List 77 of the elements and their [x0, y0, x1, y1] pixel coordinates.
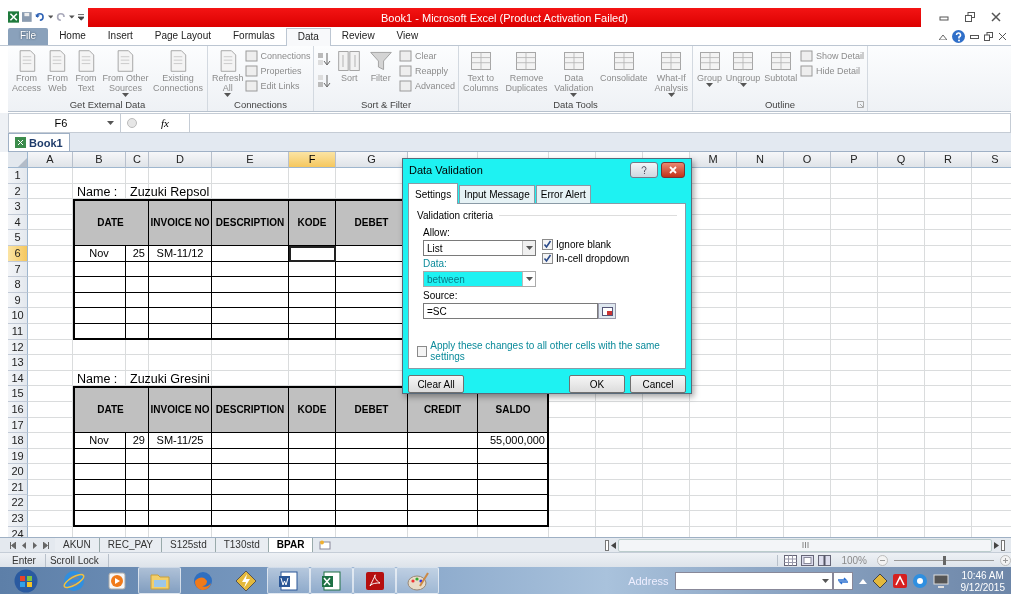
- row-header[interactable]: 3: [8, 199, 28, 215]
- column-header[interactable]: N: [737, 152, 784, 168]
- field-label: Source:: [423, 290, 459, 301]
- column-header[interactable]: D: [149, 152, 212, 168]
- dialog-tab[interactable]: Input Message: [459, 185, 535, 203]
- customer-name: Zuzuki Repsol: [129, 184, 211, 200]
- table-cell: Nov: [73, 433, 126, 449]
- checkbox-label: Ignore blank: [556, 239, 612, 250]
- column-header[interactable]: Q: [878, 152, 925, 168]
- allow-dropdown[interactable]: List: [423, 240, 536, 256]
- column-header[interactable]: E: [212, 152, 289, 168]
- column-header[interactable]: O: [784, 152, 831, 168]
- row-header[interactable]: 1: [8, 168, 28, 184]
- row-header[interactable]: 10: [8, 308, 28, 324]
- table-cell: 55,000,000: [478, 433, 549, 449]
- section-title: Validation criteria: [417, 210, 493, 221]
- dialog-title: Data Validation: [409, 163, 484, 176]
- table-header: INVOICE NO: [149, 199, 212, 246]
- group-label: Data Tools: [553, 99, 598, 110]
- table-header: DATE: [73, 386, 149, 434]
- sheet-tab[interactable]: T130std: [215, 538, 269, 552]
- column-header[interactable]: M: [690, 152, 737, 168]
- row-header[interactable]: 13: [8, 355, 28, 371]
- row-header[interactable]: 5: [8, 230, 28, 246]
- column-header[interactable]: B: [73, 152, 126, 168]
- row-header[interactable]: 15: [8, 386, 28, 402]
- customer-name: Zuzuki Gresini: [129, 371, 211, 387]
- source-field[interactable]: =SC: [423, 303, 598, 319]
- row-header[interactable]: 8: [8, 277, 28, 293]
- dialog-tab[interactable]: Error Alert: [535, 185, 591, 203]
- field-label: Name :: [76, 184, 119, 200]
- insert-function-button[interactable]: fx: [157, 117, 173, 129]
- table-header: DESCRIPTION: [212, 199, 289, 246]
- group-label: Get External Data: [69, 99, 146, 110]
- clock-time[interactable]: 10:46 AM: [961, 569, 1004, 582]
- row-header[interactable]: 23: [8, 511, 28, 527]
- sheet-tab[interactable]: S125std: [162, 538, 216, 552]
- column-header[interactable]: C: [126, 152, 149, 168]
- field-label: Data:: [423, 258, 448, 269]
- column-header[interactable]: F: [289, 152, 336, 168]
- row-header[interactable]: 22: [8, 495, 28, 512]
- dialog-button[interactable]: Cancel: [630, 375, 686, 393]
- row-header[interactable]: 18: [8, 433, 28, 449]
- column-header[interactable]: S: [972, 152, 1011, 168]
- table-header: INVOICE NO: [149, 386, 212, 434]
- table-header: DEBET: [336, 386, 408, 434]
- table-header: DATE: [73, 199, 149, 246]
- column-header[interactable]: P: [831, 152, 878, 168]
- group-label: Sort & Filter: [360, 99, 412, 110]
- status-text: Enter: [8, 553, 46, 567]
- field-label: Name :: [76, 371, 119, 387]
- table-header: KODE: [289, 199, 336, 246]
- dialog-tab[interactable]: Settings: [408, 183, 459, 204]
- checkbox-label: In-cell dropdown: [556, 253, 630, 264]
- clock-date[interactable]: 9/12/2015: [960, 581, 1005, 594]
- column-header[interactable]: R: [925, 152, 972, 168]
- window-title: Book1 - Microsoft Excel (Product Activation Failed): [381, 11, 628, 24]
- table-cell: SM-11/25: [149, 433, 212, 449]
- row-header[interactable]: 20: [8, 464, 28, 480]
- group-label: Connections: [234, 99, 287, 110]
- group-label: Outline: [764, 99, 796, 110]
- table-header: DESCRIPTION: [212, 386, 289, 434]
- column-header[interactable]: G: [336, 152, 408, 168]
- sheet-tab[interactable]: REC_PAY: [99, 538, 162, 552]
- address-label: Address: [628, 574, 669, 587]
- checkbox-label: Apply these changes to all other cells with the same settings: [430, 340, 661, 362]
- workbook-tab[interactable]: Book1: [8, 133, 70, 151]
- status-text: Scroll Lock: [45, 553, 109, 567]
- table-cell: 29: [126, 433, 149, 449]
- dialog-button[interactable]: OK: [569, 375, 625, 393]
- field-label: Allow:: [423, 227, 451, 238]
- name-box[interactable]: F6: [9, 114, 121, 132]
- table-header: KODE: [289, 386, 336, 434]
- dialog-button[interactable]: Clear All: [408, 375, 464, 393]
- column-header[interactable]: A: [28, 152, 73, 168]
- sheet-tab[interactable]: BPAR: [268, 538, 314, 552]
- sheet-tab[interactable]: AKUN: [55, 538, 100, 552]
